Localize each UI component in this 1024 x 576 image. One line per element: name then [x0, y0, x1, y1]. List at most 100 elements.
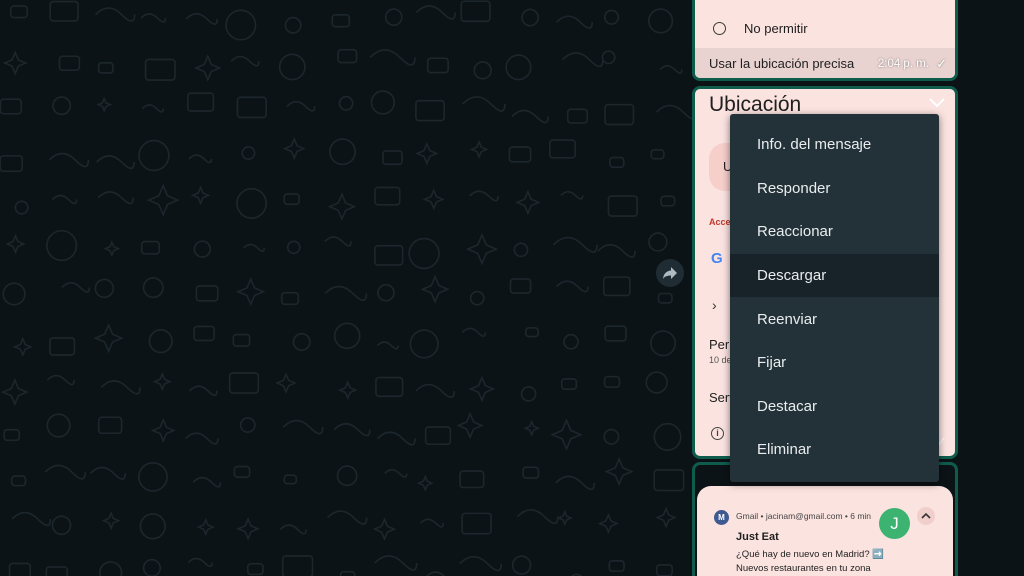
wallpaper-doodle	[370, 90, 396, 115]
wallpaper-doodle	[193, 54, 222, 82]
wallpaper-doodle	[523, 419, 541, 437]
gmail-icon: M	[714, 510, 729, 525]
chevron-right-icon: ›	[712, 297, 717, 313]
wallpaper-doodle	[282, 419, 324, 435]
wallpaper-doodle	[509, 278, 532, 294]
wallpaper-doodle	[556, 280, 589, 293]
wallpaper-doodle	[548, 139, 576, 159]
wallpaper-doodle	[337, 380, 358, 401]
wallpaper-doodle	[657, 292, 673, 304]
wallpaper-doodle	[46, 229, 78, 262]
wallpaper-doodle	[659, 65, 683, 74]
wallpaper-doodle	[408, 237, 440, 270]
wallpaper-doodle	[550, 418, 583, 451]
menu-item-info[interactable]: Info. del mensaje	[730, 123, 939, 167]
wallpaper-doodle	[608, 560, 625, 572]
wallpaper-doodle	[505, 54, 532, 81]
message-bubble-permission[interactable]: No permitir Usar la ubicación precisa 2:…	[692, 0, 958, 81]
wallpaper-doodle	[603, 375, 621, 388]
wallpaper-doodle	[377, 283, 395, 302]
wallpaper-doodle	[508, 146, 532, 163]
wallpaper-doodle	[97, 416, 123, 435]
wallpaper-doodle	[61, 282, 91, 293]
wallpaper-doodle	[148, 329, 173, 354]
radio-button[interactable]	[713, 22, 726, 35]
radio-label: No permitir	[744, 21, 808, 36]
wallpaper-doodle	[241, 146, 256, 161]
footer-text: Usar la ubicación precisa	[709, 56, 855, 71]
wallpaper-doodle	[468, 190, 499, 202]
wallpaper-doodle	[604, 103, 635, 126]
wallpaper-doodle	[196, 517, 216, 537]
avatar: J	[879, 508, 910, 539]
wallpaper-doodle	[225, 9, 257, 41]
wallpaper-doodle	[282, 137, 306, 161]
wallpaper-doodle	[560, 190, 584, 200]
wallpaper-doodle	[422, 188, 445, 211]
wallpaper-doodle	[459, 470, 485, 489]
wallpaper-doodle	[607, 195, 638, 217]
forward-button[interactable]	[656, 259, 684, 287]
wallpaper-doodle	[292, 332, 311, 351]
wallpaper-doodle	[193, 325, 215, 342]
info-icon: i	[711, 427, 724, 440]
menu-item-delete[interactable]: Eliminar	[730, 428, 939, 472]
wallpaper-doodle	[0, 98, 23, 115]
wallpaper-doodle	[97, 62, 114, 74]
wallpaper-doodle	[374, 244, 404, 266]
wallpaper-doodle	[48, 152, 90, 168]
wallpaper-doodle	[11, 511, 52, 527]
wallpaper-doodle	[653, 422, 682, 451]
wallpaper-doodle	[0, 155, 24, 173]
wallpaper-doodle	[369, 49, 416, 66]
wallpaper-doodle	[420, 274, 450, 304]
radio-option-no-permitir[interactable]: No permitir	[713, 21, 808, 36]
message-footer: Usar la ubicación precisa 2:04 p. m. ✓	[695, 48, 955, 78]
wallpaper-doodle	[283, 474, 298, 485]
wallpaper-doodle	[52, 96, 72, 116]
wallpaper-doodle	[456, 411, 484, 440]
wallpaper-doodle	[513, 242, 529, 258]
wallpaper-doodle	[660, 195, 676, 207]
wallpaper-doodle	[649, 330, 677, 357]
wallpaper-doodle	[460, 0, 491, 23]
wallpaper-doodle	[604, 325, 627, 342]
wallpaper-doodle	[275, 372, 297, 394]
wallpaper-doodle	[193, 240, 212, 258]
wallpaper-doodle	[522, 466, 540, 479]
menu-item-pin[interactable]: Fijar	[730, 341, 939, 385]
wallpaper-doodle	[521, 8, 540, 27]
wallpaper-doodle	[376, 341, 399, 350]
notification-app-line: Gmail • jacinam@gmail.com • 6 min	[736, 511, 872, 521]
wallpaper-doodle	[374, 186, 401, 206]
wallpaper-doodle	[425, 571, 446, 576]
wallpaper-doodle	[384, 469, 408, 478]
wallpaper-doodle	[2, 50, 28, 76]
wallpaper-doodle	[140, 240, 161, 255]
wallpaper-doodle	[597, 243, 636, 258]
wallpaper-doodle	[331, 13, 351, 28]
wallpaper-doodle	[187, 557, 213, 568]
wallpaper-doodle	[645, 371, 668, 394]
wallpaper-doodle	[376, 431, 416, 446]
notification-body-2: Nuevos restaurantes en tu zona	[736, 563, 871, 574]
menu-item-forward[interactable]: Reenviar	[730, 297, 939, 341]
wallpaper-doodle	[555, 15, 593, 29]
wallpaper-doodle	[9, 5, 28, 19]
menu-item-star[interactable]: Destacar	[730, 385, 939, 429]
wallpaper-doodle	[51, 194, 78, 205]
wallpaper-doodle	[0, 378, 29, 407]
wallpaper-doodle	[239, 417, 256, 433]
wallpaper-doodle	[520, 386, 537, 402]
wallpaper-doodle	[409, 329, 439, 359]
menu-item-reply[interactable]: Responder	[730, 167, 939, 211]
chevron-down-icon[interactable]	[927, 95, 947, 114]
wallpaper-doodle	[566, 108, 589, 124]
wallpaper-doodle	[97, 191, 134, 205]
wallpaper-doodle	[236, 516, 260, 541]
wallpaper-doodle	[100, 380, 141, 395]
menu-item-react[interactable]: Reaccionar	[730, 210, 939, 254]
wallpaper-doodle	[561, 52, 604, 68]
menu-item-download[interactable]: Descargar	[730, 253, 939, 298]
wallpaper-doodle	[281, 555, 314, 576]
